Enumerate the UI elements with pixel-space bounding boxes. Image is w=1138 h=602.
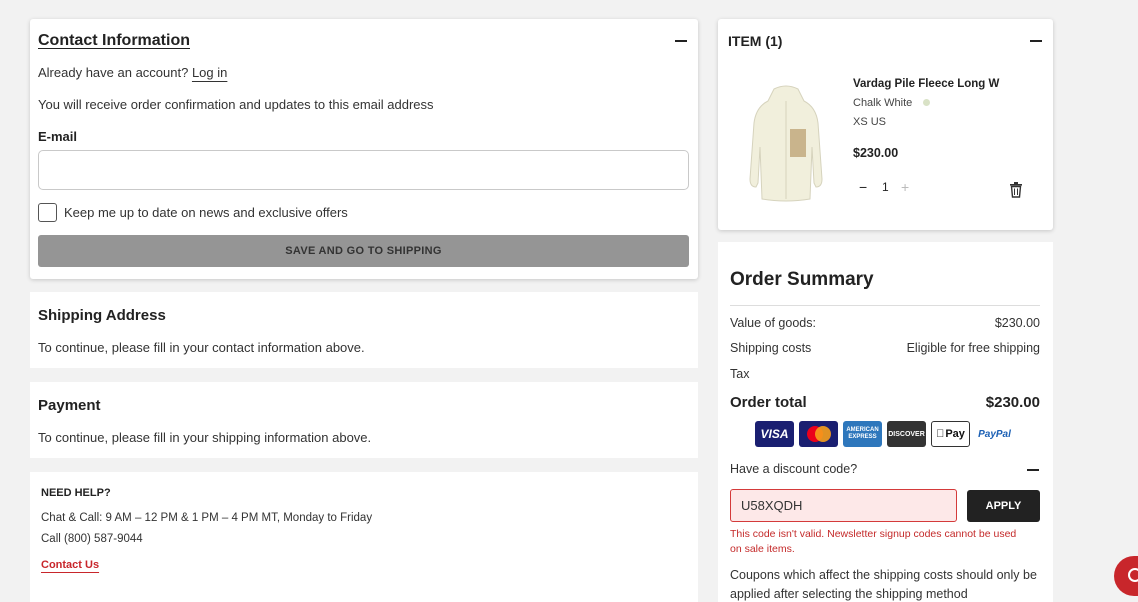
- product-image[interactable]: [744, 83, 828, 203]
- quantity-value: 1: [882, 180, 889, 194]
- apple-pay-icon: Pay: [931, 421, 970, 447]
- contact-us-link[interactable]: Contact Us: [41, 559, 99, 571]
- collapse-items-icon[interactable]: [1030, 40, 1042, 42]
- value-of-goods-amount: $230.00: [994, 316, 1040, 330]
- contact-title[interactable]: Contact Information: [38, 32, 190, 50]
- email-field[interactable]: [38, 150, 689, 190]
- order-total-amount: $230.00: [985, 394, 1040, 411]
- discover-icon: DISCOVER: [887, 421, 926, 447]
- decrease-quantity-button[interactable]: −: [859, 179, 867, 195]
- save-and-go-to-shipping-button[interactable]: SAVE AND GO TO SHIPPING: [38, 235, 689, 267]
- product-color: Chalk White: [853, 97, 913, 109]
- trash-icon[interactable]: [1009, 182, 1023, 198]
- help-phone[interactable]: Call (800) 587-9044: [41, 533, 143, 545]
- item-count-header: ITEM (1): [728, 33, 783, 49]
- shipping-title: Shipping Address: [38, 307, 166, 324]
- need-help-title: NEED HELP?: [41, 487, 111, 499]
- amex-icon: AMERICAN EXPRESS: [843, 421, 882, 447]
- color-swatch: [923, 99, 930, 106]
- apply-discount-button[interactable]: APPLY: [967, 490, 1040, 522]
- discount-code-input[interactable]: [730, 489, 957, 522]
- shipping-instruction: To continue, please fill in your contact…: [38, 340, 365, 355]
- email-info-text: You will receive order confirmation and …: [38, 97, 434, 112]
- order-total-label: Order total: [730, 394, 807, 411]
- product-name[interactable]: Vardag Pile Fleece Long W: [853, 78, 999, 90]
- order-summary-title: Order Summary: [730, 269, 874, 290]
- apple-pay-label: Pay: [941, 428, 965, 440]
- tax-label: Tax: [730, 367, 750, 381]
- divider: [730, 305, 1040, 306]
- chat-icon: [1128, 568, 1138, 582]
- collapse-contact-icon[interactable]: [675, 40, 687, 42]
- payment-instruction: To continue, please fill in your shippin…: [38, 430, 372, 445]
- order-summary-section: Order Summary Value of goods: $230.00 Sh…: [718, 242, 1053, 602]
- help-hours: Chat & Call: 9 AM – 12 PM & 1 PM – 4 PM …: [41, 512, 373, 524]
- payment-section: Payment To continue, please fill in your…: [30, 382, 698, 458]
- visa-icon: VISA: [755, 421, 794, 447]
- mastercard-icon: [799, 421, 838, 447]
- collapse-discount-icon[interactable]: [1027, 469, 1039, 471]
- discount-code-question[interactable]: Have a discount code?: [730, 462, 857, 476]
- payment-methods: VISA AMERICAN EXPRESS DISCOVER Pay PayP…: [755, 421, 1014, 447]
- already-account-text: Already have an account?: [38, 65, 189, 80]
- value-of-goods-label: Value of goods:: [730, 316, 816, 330]
- need-help-section: NEED HELP? Chat & Call: 9 AM – 12 PM & 1…: [30, 472, 698, 602]
- increase-quantity-button[interactable]: +: [901, 179, 909, 195]
- newsletter-label: Keep me up to date on news and exclusive…: [64, 205, 348, 220]
- email-label: E-mail: [38, 129, 78, 144]
- contact-information-section: Contact Information Already have an acco…: [30, 19, 698, 279]
- chat-button[interactable]: [1114, 556, 1138, 596]
- product-size: XS US: [853, 116, 887, 128]
- already-account-row: Already have an account? Log in: [38, 65, 227, 80]
- shipping-costs-value: Eligible for free shipping: [906, 341, 1040, 355]
- login-link[interactable]: Log in: [192, 65, 227, 80]
- product-price: $230.00: [853, 146, 899, 160]
- cart-item-section: ITEM (1) Vardag Pile Fleece Long W Chalk…: [718, 19, 1053, 230]
- shipping-costs-label: Shipping costs: [730, 341, 812, 355]
- payment-title: Payment: [38, 397, 101, 414]
- shipping-address-section: Shipping Address To continue, please fil…: [30, 292, 698, 368]
- newsletter-checkbox[interactable]: [38, 203, 57, 222]
- discount-error-message: This code isn't valid. Newsletter signup…: [730, 528, 1017, 555]
- coupon-note: Coupons which affect the shipping costs …: [730, 568, 1037, 601]
- paypal-icon: PayPal: [975, 421, 1014, 447]
